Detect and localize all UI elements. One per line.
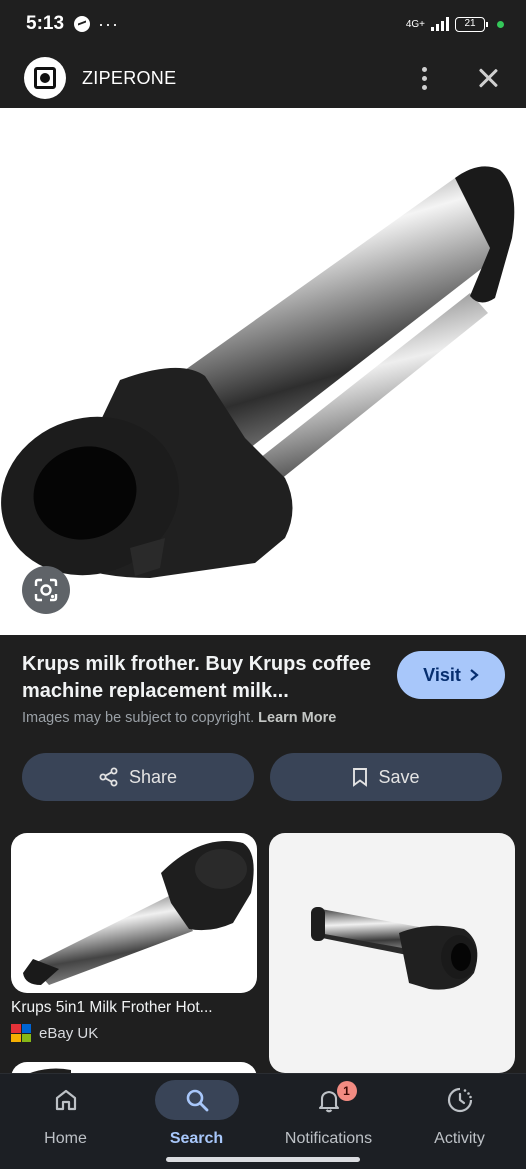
nav-home[interactable]: Home [0, 1074, 131, 1169]
search-icon [186, 1089, 208, 1112]
notification-badge: 1 [336, 1081, 357, 1101]
source-header: ZIPERONE [0, 48, 526, 108]
home-icon [55, 1089, 76, 1111]
bottom-navigation: Home Search 1 Notifications Activity [0, 1073, 526, 1169]
network-type: 4G+ [405, 18, 425, 30]
nav-notifications-label: Notifications [284, 1130, 373, 1147]
save-label: Save [378, 766, 420, 787]
close-icon[interactable] [474, 64, 502, 92]
status-more: ··· [98, 13, 120, 34]
related-source-name: eBay UK [39, 1024, 99, 1042]
bookmark-icon [353, 768, 368, 787]
related-image-1[interactable] [11, 833, 257, 993]
more-options-icon[interactable] [412, 63, 436, 93]
chevron-right-icon [470, 669, 479, 681]
battery-icon: 21 [455, 16, 488, 32]
main-product-image[interactable] [0, 108, 526, 635]
nav-activity[interactable]: Activity [394, 1074, 525, 1169]
ebay-icon [11, 1024, 31, 1042]
result-title[interactable]: Krups milk frother. Buy Krups coffee mac… [22, 651, 382, 705]
nav-home-pill [24, 1080, 108, 1120]
lens-search-button[interactable] [22, 566, 70, 614]
nav-notifications-pill: 1 [287, 1080, 371, 1120]
share-label: Share [128, 766, 178, 787]
copyright-notice: Images may be subject to copyright. Lear… [22, 710, 336, 726]
nav-notifications[interactable]: 1 Notifications [263, 1074, 394, 1169]
copyright-text: Images may be subject to copyright. [22, 710, 255, 726]
share-icon [99, 767, 118, 787]
messenger-icon [74, 16, 91, 32]
related-source-1[interactable]: eBay UK [11, 1024, 98, 1042]
lens-icon [34, 578, 58, 602]
activity-icon [447, 1087, 472, 1113]
nav-activity-pill [418, 1080, 502, 1120]
milk-frother-image [1, 166, 515, 578]
learn-more-link[interactable]: Learn More [258, 710, 336, 726]
related-frother-image-1 [23, 841, 254, 985]
visit-button[interactable]: Visit [397, 651, 505, 699]
status-time: 5:13 [26, 13, 65, 34]
site-logo-icon[interactable] [24, 57, 66, 99]
nav-activity-label: Activity [434, 1130, 485, 1147]
nav-search-label: Search [169, 1130, 224, 1147]
related-title-1[interactable]: Krups 5in1 Milk Frother Hot... [11, 999, 257, 1017]
related-image-2[interactable] [269, 833, 515, 1073]
status-bar: 5:13 ··· 4G+ 21 [0, 0, 526, 48]
signal-icon [431, 17, 449, 31]
save-button[interactable]: Save [270, 753, 502, 801]
visit-label: Visit [423, 664, 461, 685]
nav-home-label: Home [44, 1130, 87, 1147]
related-frother-image-2 [311, 907, 478, 990]
privacy-dot-icon [497, 20, 504, 28]
share-button[interactable]: Share [22, 753, 254, 801]
status-right: 4G+ 21 [405, 16, 504, 32]
battery-level: 21 [464, 17, 476, 29]
site-name[interactable]: ZIPERONE [82, 68, 176, 89]
nav-search-pill [154, 1080, 239, 1120]
gesture-home-bar[interactable] [166, 1157, 360, 1162]
nav-search[interactable]: Search [131, 1074, 262, 1169]
